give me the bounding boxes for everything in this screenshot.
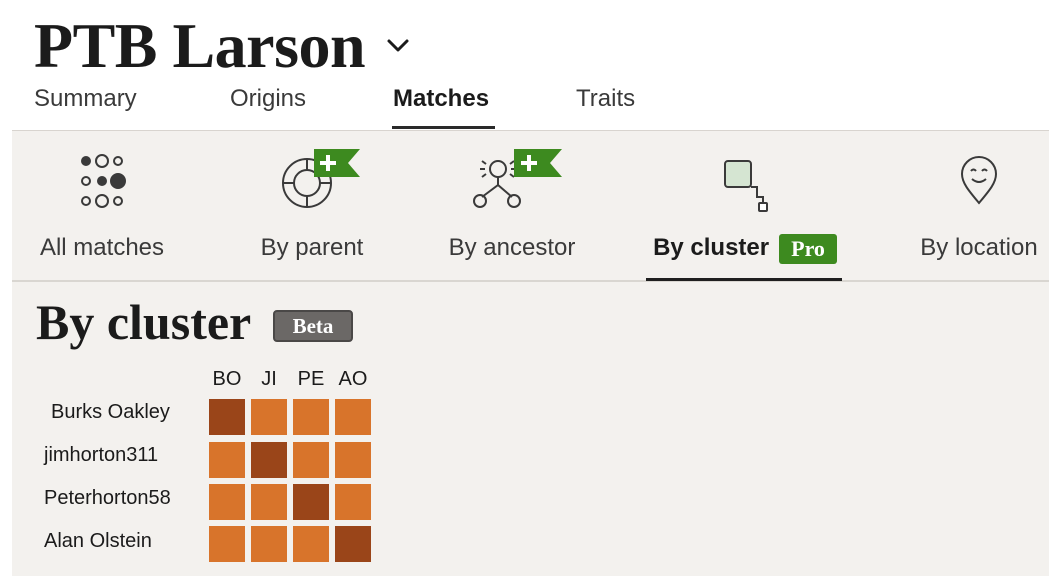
cluster-cell[interactable] (251, 526, 287, 562)
view-by-cluster[interactable]: By cluster Pro (640, 131, 850, 281)
cluster-cell[interactable] (335, 399, 371, 435)
view-label: By ancestor (448, 234, 576, 261)
profile-title[interactable]: PTB Larson (34, 8, 411, 84)
plus-flag-icon (314, 149, 360, 177)
view-label: All matches (39, 234, 165, 261)
beta-badge: Beta (273, 310, 353, 342)
cluster-cell[interactable] (251, 442, 287, 478)
view-label: By parent (260, 234, 364, 261)
profile-name: PTB Larson (34, 10, 366, 81)
view-divider (12, 280, 1049, 282)
location-face-icon (960, 156, 998, 205)
dots-grid-icon (81, 154, 126, 208)
cluster-cell[interactable] (293, 484, 329, 520)
view-label-text: By cluster (653, 234, 770, 261)
cluster-cell[interactable] (209, 442, 245, 478)
cluster-cell[interactable] (251, 484, 287, 520)
column-header: BO (212, 368, 242, 390)
cluster-cell[interactable] (335, 442, 371, 478)
pro-badge: Pro (779, 233, 837, 264)
cluster-cell[interactable] (335, 484, 371, 520)
view-all-matches[interactable]: All matches (22, 131, 182, 281)
section-title: By cluster (36, 294, 252, 350)
match-name[interactable]: Burks Oakley (51, 399, 170, 425)
cluster-cell[interactable] (293, 442, 329, 478)
cluster-cell[interactable] (209, 526, 245, 562)
match-name[interactable]: Alan Olstein (44, 528, 152, 554)
tab-origins[interactable]: Origins (230, 84, 306, 114)
active-view-indicator (646, 278, 842, 281)
cluster-squares-icon (724, 160, 768, 212)
active-tab-indicator (392, 126, 495, 129)
cluster-cell[interactable] (209, 484, 245, 520)
view-by-location[interactable]: By location (904, 131, 1049, 281)
chevron-down-icon[interactable] (385, 33, 411, 59)
plus-flag-icon (514, 149, 562, 177)
tab-traits[interactable]: Traits (576, 84, 635, 114)
view-label: By cluster Pro (640, 232, 850, 264)
tab-summary[interactable]: Summary (34, 84, 137, 114)
column-header: JI (261, 368, 277, 390)
cluster-cell[interactable] (335, 526, 371, 562)
cluster-cell[interactable] (293, 526, 329, 562)
column-header: PE (297, 368, 325, 390)
ancestor-tree-icon (473, 149, 562, 208)
parent-ring-icon (282, 149, 360, 208)
view-by-ancestor[interactable]: By ancestor (432, 131, 592, 281)
cluster-cell[interactable] (251, 399, 287, 435)
tab-matches[interactable]: Matches (393, 84, 489, 114)
match-name[interactable]: jimhorton311 (44, 442, 158, 468)
page-header: PTB Larson Summary Origins Matches Trait… (0, 0, 1049, 130)
match-name[interactable]: Peterhorton58 (44, 485, 171, 511)
cluster-cell[interactable] (209, 399, 245, 435)
cluster-cell[interactable] (293, 399, 329, 435)
view-label: By location (920, 234, 1038, 261)
view-by-parent[interactable]: By parent (232, 131, 392, 281)
column-header: AO (338, 368, 368, 390)
